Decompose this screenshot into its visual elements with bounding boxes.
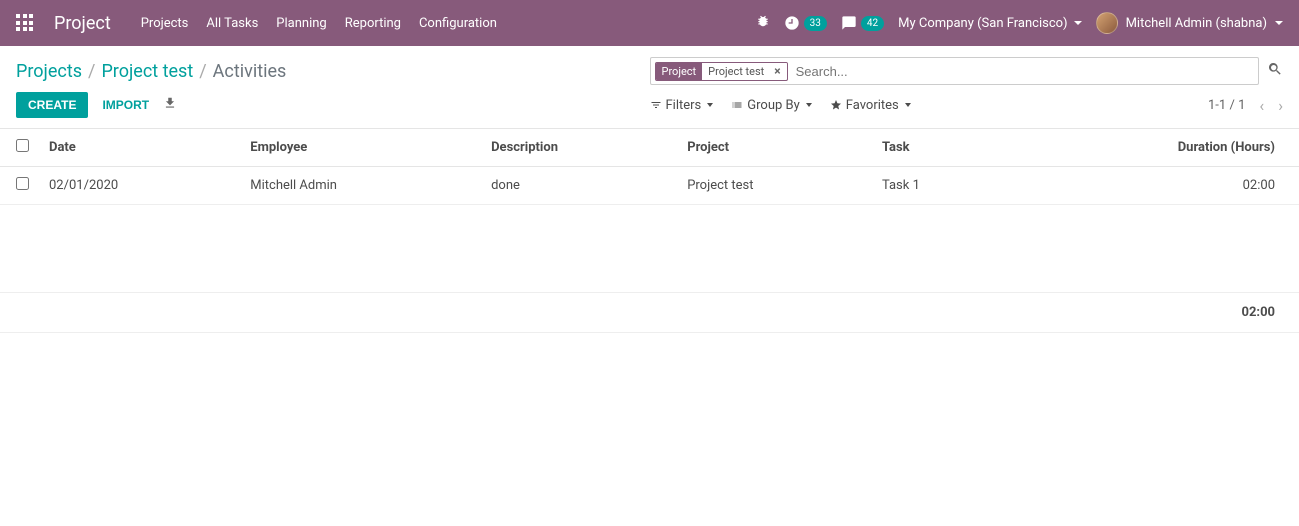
footer-duration-total: 02:00 [1003,293,1299,333]
group-by-menu[interactable]: Group By [731,98,812,113]
import-button[interactable]: IMPORT [102,98,149,112]
download-icon[interactable] [163,96,177,114]
company-switcher[interactable]: My Company (San Francisco) [898,16,1081,31]
filters-label: Filters [666,98,702,113]
table-header-row: Date Employee Description Project Task D… [0,129,1299,167]
pager: 1-1 / 1 ‹ › [1208,96,1283,115]
pager-prev[interactable]: ‹ [1259,96,1264,115]
chevron-down-icon [1074,21,1082,25]
user-name: Mitchell Admin (shabna) [1126,16,1267,31]
control-panel: Projects / Project test / Activities Pro… [0,46,1299,129]
list-icon [731,99,743,111]
table-footer-row: 02:00 [0,293,1299,333]
search-facet-label: Project [656,63,703,80]
cell-employee: Mitchell Admin [240,167,481,205]
nav-link-reporting[interactable]: Reporting [345,16,401,31]
searchbox-wrap: Project Project test × [650,57,1284,85]
favorites-label: Favorites [846,98,899,113]
col-header-project[interactable]: Project [677,129,872,167]
chevron-down-icon [707,103,713,107]
breadcrumb-separator: / [199,61,206,82]
apps-icon[interactable] [16,14,34,32]
cell-project: Project test [677,167,872,205]
bug-icon[interactable] [756,14,770,32]
nav-link-configuration[interactable]: Configuration [419,16,497,31]
activities-table: Date Employee Description Project Task D… [0,129,1299,333]
user-menu[interactable]: Mitchell Admin (shabna) [1096,12,1283,34]
activities-pill[interactable]: 33 [784,15,827,31]
row-checkbox[interactable] [16,177,29,190]
cell-description: done [481,167,677,205]
search-facet-value: Project test [702,63,768,80]
nav-link-planning[interactable]: Planning [276,16,326,31]
chevron-down-icon [1275,21,1283,25]
activities-count: 33 [804,16,827,31]
cell-date: 02/01/2020 [39,167,240,205]
messages-pill[interactable]: 42 [841,15,884,31]
group-by-label: Group By [747,98,800,113]
nav-links: Projects All Tasks Planning Reporting Co… [141,16,497,31]
col-header-description[interactable]: Description [481,129,677,167]
favorites-menu[interactable]: Favorites [830,98,911,113]
table-spacer [0,205,1299,293]
col-header-task[interactable]: Task [872,129,1003,167]
clock-icon [784,15,800,31]
filters-menu[interactable]: Filters [650,98,714,113]
create-button[interactable]: CREATE [16,92,88,118]
messages-count: 42 [861,16,884,31]
table-row[interactable]: 02/01/2020 Mitchell Admin done Project t… [0,167,1299,205]
chevron-down-icon [905,103,911,107]
breadcrumb-link-projects[interactable]: Projects [16,61,82,82]
list-view: Date Employee Description Project Task D… [0,129,1299,333]
search-facet-project: Project Project test × [655,62,788,81]
funnel-icon [650,99,662,111]
star-icon [830,99,842,111]
pager-text: 1-1 / 1 [1208,98,1245,113]
col-header-duration[interactable]: Duration (Hours) [1003,129,1299,167]
toolbar-buttons: CREATE IMPORT [16,92,177,118]
chevron-down-icon [806,103,812,107]
close-icon[interactable]: × [768,63,786,79]
breadcrumb: Projects / Project test / Activities [16,61,286,82]
nav-link-all-tasks[interactable]: All Tasks [206,16,258,31]
filter-bar: Filters Group By Favorites 1-1 / 1 [650,96,1284,115]
app-brand[interactable]: Project [54,13,111,34]
avatar [1096,12,1118,34]
search-icon[interactable] [1267,61,1283,81]
top-navbar: Project Projects All Tasks Planning Repo… [0,0,1299,46]
pager-next[interactable]: › [1278,96,1283,115]
chat-icon [841,15,857,31]
cell-task: Task 1 [872,167,1003,205]
searchbox[interactable]: Project Project test × [650,57,1260,85]
col-header-date[interactable]: Date [39,129,240,167]
cell-duration: 02:00 [1003,167,1299,205]
search-input[interactable] [792,62,1254,81]
breadcrumb-current: Activities [213,61,287,82]
breadcrumb-separator: / [88,61,95,82]
nav-link-projects[interactable]: Projects [141,16,189,31]
company-name: My Company (San Francisco) [898,16,1067,31]
nav-right: 33 42 My Company (San Francisco) Mitchel… [756,12,1283,34]
breadcrumb-link-project-test[interactable]: Project test [101,61,193,82]
col-header-employee[interactable]: Employee [240,129,481,167]
select-all-checkbox[interactable] [16,139,29,152]
